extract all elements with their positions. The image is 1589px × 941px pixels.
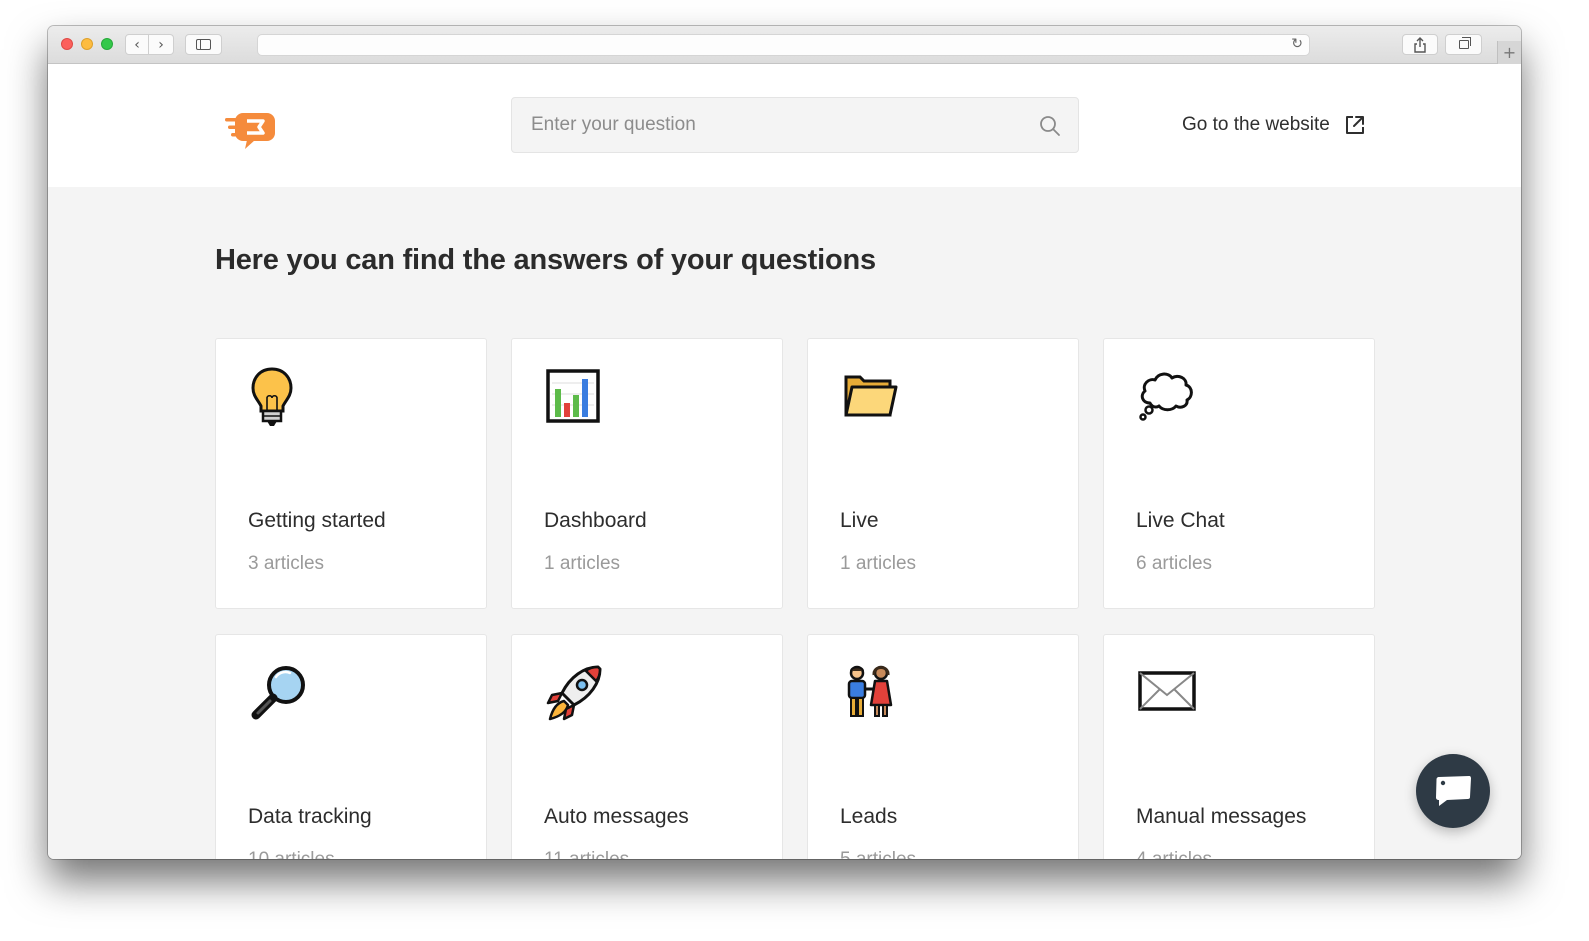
category-card-dashboard[interactable]: Dashboard 1 articles <box>511 338 783 609</box>
category-card-leads[interactable]: Leads 5 articles <box>807 634 1079 859</box>
light-bulb-icon <box>251 367 293 426</box>
tab-overview-button[interactable] <box>1445 34 1482 55</box>
envelope-icon <box>1138 671 1196 711</box>
sidebar-icon <box>196 39 211 50</box>
chevron-right-icon: › <box>158 36 164 53</box>
brand-logo[interactable] <box>225 109 279 151</box>
category-article-count: 6 articles <box>1136 553 1213 574</box>
category-title: Live Chat <box>1136 509 1225 532</box>
category-title: Getting started <box>248 509 386 532</box>
share-icon <box>1414 36 1426 53</box>
category-article-count: 5 articles <box>840 849 916 859</box>
rocket-icon <box>546 665 602 721</box>
search-box <box>511 97 1079 153</box>
category-card-getting-started[interactable]: Getting started 3 articles <box>215 338 487 609</box>
share-button[interactable] <box>1402 34 1438 55</box>
close-window-button[interactable] <box>61 38 73 50</box>
browser-window: ‹ › ↻ + Enter your question Go to the we… <box>48 26 1521 859</box>
site-header: Go to the website <box>48 64 1521 187</box>
bar-chart-icon <box>546 369 600 423</box>
category-article-count: 3 articles <box>248 553 325 574</box>
category-card-manual-messages[interactable]: Manual messages 4 articles <box>1103 634 1375 859</box>
chat-bubble-icon <box>1436 776 1471 806</box>
category-article-count: 10 articles <box>248 849 335 859</box>
category-title: Dashboard <box>544 509 647 532</box>
zoom-window-button[interactable] <box>101 38 113 50</box>
category-card-auto-messages[interactable]: Auto messages 11 articles <box>511 634 783 859</box>
category-article-count: 11 articles <box>544 849 629 859</box>
category-title: Live <box>840 509 879 532</box>
forward-button[interactable]: › <box>149 34 174 55</box>
category-title: Leads <box>840 805 898 828</box>
category-article-count: 1 articles <box>544 553 621 574</box>
category-title: Auto messages <box>544 805 689 828</box>
new-tab-button[interactable]: + <box>1497 41 1521 64</box>
category-card-live[interactable]: Live 1 articles <box>807 338 1079 609</box>
category-title: Data tracking <box>248 805 372 828</box>
sidebar-toggle-button[interactable] <box>185 34 222 55</box>
browser-toolbar: ‹ › ↻ + <box>48 26 1521 64</box>
category-article-count: 4 articles <box>1136 849 1212 859</box>
category-card-data-tracking[interactable]: Data tracking 10 articles <box>215 634 487 859</box>
chat-launcher-button[interactable] <box>1416 754 1490 828</box>
chevron-left-icon: ‹ <box>134 36 140 53</box>
category-card-live-chat[interactable]: Live Chat 6 articles <box>1103 338 1375 609</box>
page-headline: Here you can find the answers of your qu… <box>215 244 876 276</box>
category-article-count: 1 articles <box>840 553 917 574</box>
folder-icon <box>844 375 898 417</box>
search-input[interactable] <box>512 98 1022 152</box>
magnifying-glass-icon <box>251 666 305 720</box>
thought-bubble-icon <box>1139 372 1193 421</box>
back-button[interactable]: ‹ <box>125 34 149 55</box>
search-icon[interactable] <box>1038 114 1062 138</box>
go-to-website-label: Go to the website <box>1182 114 1330 135</box>
minimize-window-button[interactable] <box>81 38 93 50</box>
tabs-icon <box>1458 37 1471 49</box>
go-to-website-link[interactable]: Go to the website <box>1182 111 1366 139</box>
address-bar[interactable]: ↻ <box>257 34 1310 56</box>
help-center-page: Go to the website Here you can find the … <box>48 64 1521 859</box>
external-link-icon <box>1345 116 1364 134</box>
reload-icon[interactable]: ↻ <box>1291 36 1303 52</box>
couple-icon <box>847 665 893 717</box>
category-title: Manual messages <box>1136 805 1307 828</box>
